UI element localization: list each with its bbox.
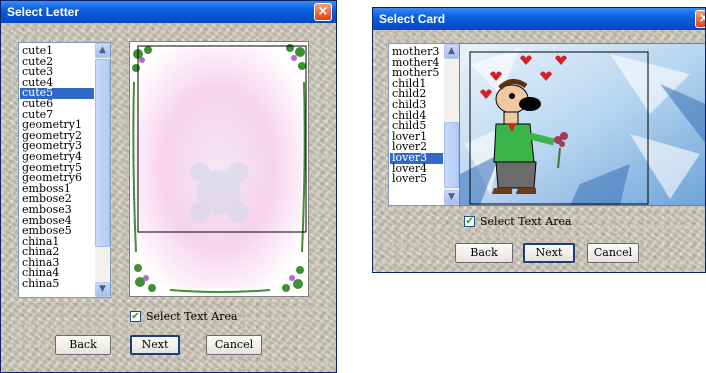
card-close-button[interactable]: × bbox=[695, 10, 705, 28]
letter-back-button[interactable]: Back bbox=[55, 335, 111, 355]
card-checkbox-label: Select Text Area bbox=[480, 215, 572, 228]
card-back-button[interactable]: Back bbox=[455, 243, 513, 263]
card-select-text-area-checkbox[interactable]: ✔ Select Text Area bbox=[464, 215, 572, 228]
card-next-button[interactable]: Next bbox=[523, 243, 575, 263]
scroll-down-icon[interactable]: ▼ bbox=[444, 190, 459, 205]
letter-scrollbar[interactable]: ▲ ▼ bbox=[95, 43, 110, 297]
card-titlebar[interactable]: Select Card bbox=[373, 8, 705, 30]
checkmark-icon: ✔ bbox=[130, 311, 141, 322]
card-list-items: mother3 mother4 mother5 child1 child2 child3 c… bbox=[390, 46, 443, 185]
letter-cancel-button[interactable]: Cancel bbox=[206, 335, 262, 355]
letter-next-button[interactable]: Next bbox=[130, 335, 180, 355]
letter-listbox[interactable]: cute1 cute2 cute3 cute4 cute5 cute6 cute7 geome… bbox=[18, 42, 111, 298]
card-cancel-button[interactable]: Cancel bbox=[587, 243, 639, 263]
letter-preview-image bbox=[130, 42, 308, 296]
checkmark-icon: ✔ bbox=[464, 216, 475, 227]
select-card-dialog: Select Card × mother3mother4mother5child… bbox=[372, 7, 706, 273]
scroll-down-icon[interactable]: ▼ bbox=[95, 282, 110, 297]
letter-scroll-thumb[interactable] bbox=[95, 59, 110, 247]
close-icon: × bbox=[317, 4, 329, 19]
letter-select-text-area-checkbox[interactable]: ✔ Select Text Area bbox=[130, 310, 238, 323]
close-icon: × bbox=[699, 11, 705, 26]
letter-titlebar[interactable]: Select Letter bbox=[1, 1, 336, 23]
card-scrollbar[interactable]: ▲ ▼ bbox=[444, 44, 459, 205]
letter-close-button[interactable]: × bbox=[314, 3, 332, 21]
letter-list-item[interactable]: china5 bbox=[20, 278, 94, 290]
card-preview-image bbox=[460, 44, 705, 205]
scroll-up-icon[interactable]: ▲ bbox=[444, 44, 459, 59]
card-list-item[interactable]: lover5 bbox=[390, 173, 443, 185]
letter-checkbox-label: Select Text Area bbox=[146, 310, 238, 323]
card-listbox[interactable]: mother3 mother4 mother5 child1 child2 child3 c… bbox=[388, 43, 460, 206]
scroll-up-icon[interactable]: ▲ bbox=[95, 43, 110, 58]
card-preview[interactable] bbox=[459, 43, 705, 206]
letter-list-items: cute1 cute2 cute3 cute4 cute5 cute6 cute7 geome… bbox=[20, 45, 94, 290]
card-scroll-thumb[interactable] bbox=[444, 122, 459, 188]
letter-preview[interactable] bbox=[129, 41, 309, 297]
letter-dialog-title: Select Letter bbox=[7, 5, 80, 19]
card-dialog-title: Select Card bbox=[379, 12, 446, 26]
select-letter-dialog: Select Letter × cute1 cute2 cute3 cute4 cute… bbox=[0, 0, 337, 373]
